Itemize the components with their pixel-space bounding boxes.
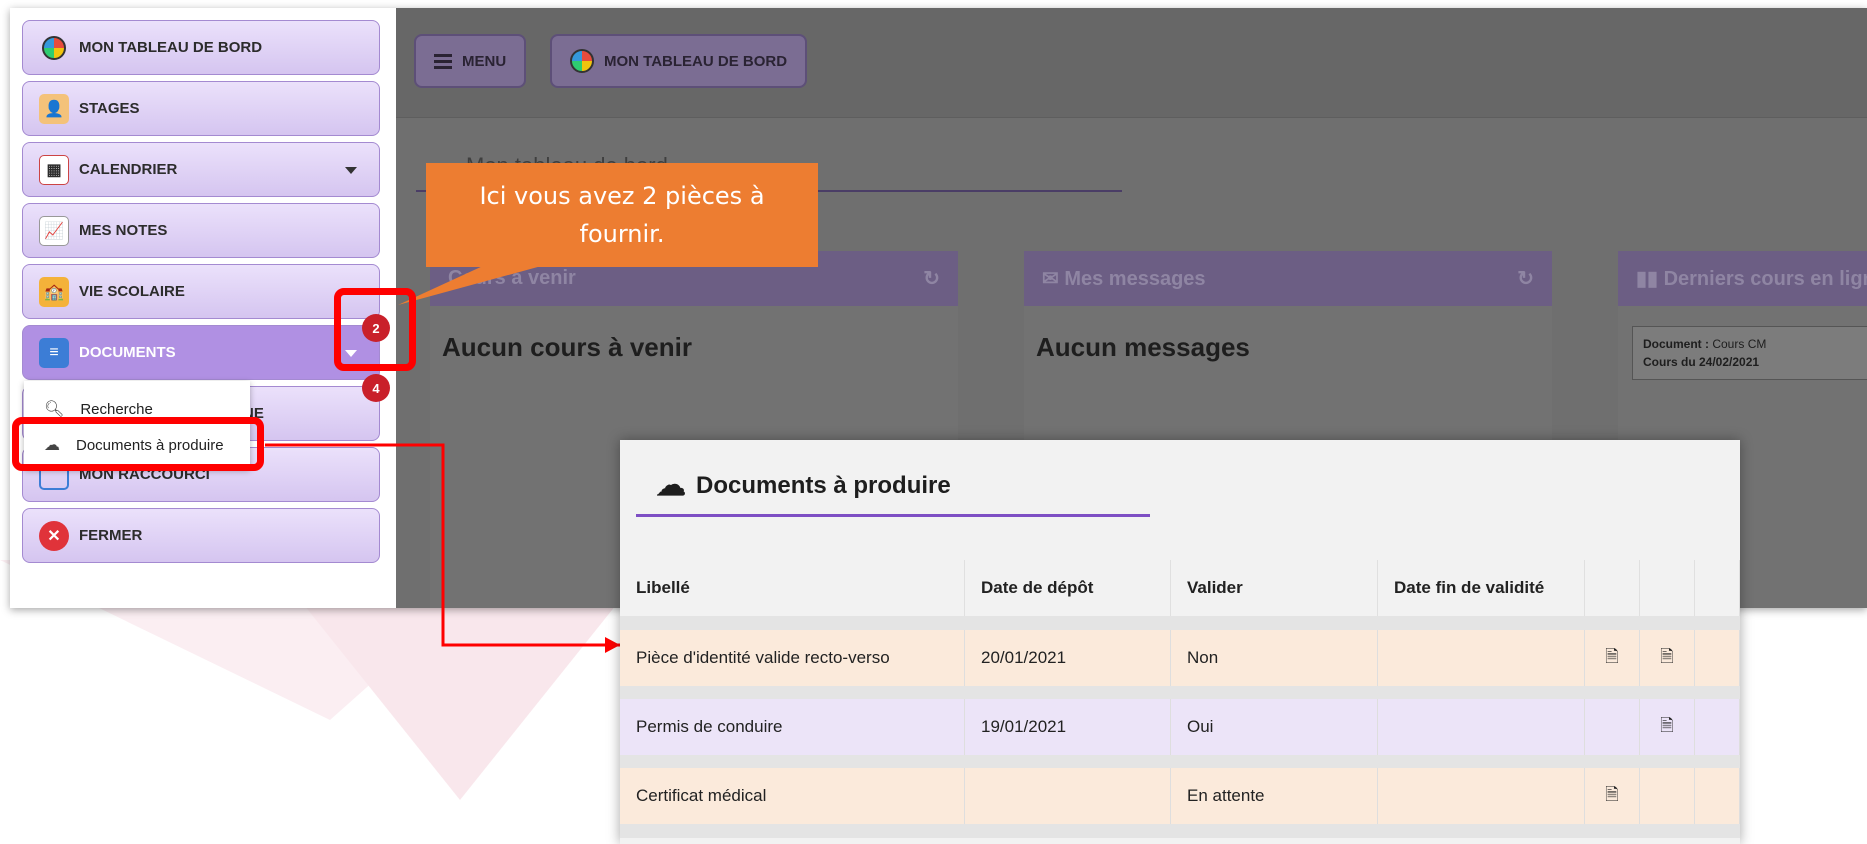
file-upload-icon[interactable]: 🗎 xyxy=(1585,630,1640,686)
empty-cell xyxy=(1640,768,1695,824)
column-header xyxy=(1695,560,1740,616)
cell-date xyxy=(965,768,1171,824)
cloud-download-icon: ☁ xyxy=(656,469,686,502)
empty-cell xyxy=(1695,630,1740,686)
cell-libelle: Pièce d'identité valide recto-verso xyxy=(620,630,965,686)
row-separator xyxy=(620,686,1740,700)
file-download-icon[interactable]: 🗎 xyxy=(1640,699,1695,755)
popup-title: ☁ Documents à produire xyxy=(656,468,951,503)
column-header: Date fin de validité xyxy=(1378,560,1585,616)
row-separator xyxy=(620,755,1740,769)
column-header xyxy=(1585,560,1640,616)
callout-box: Ici vous avez 2 pièces à fournir. xyxy=(426,163,818,267)
cell-valider: En attente xyxy=(1171,768,1378,824)
column-header: Valider xyxy=(1171,560,1378,616)
table-row[interactable]: Certificat médical En attente 🗎 xyxy=(620,768,1740,824)
highlight-box xyxy=(12,417,264,471)
column-header: Date de dépôt xyxy=(965,560,1171,616)
highlight-box xyxy=(334,288,416,371)
empty-cell xyxy=(1695,699,1740,755)
popup-title-underline xyxy=(636,514,1150,517)
empty-cell xyxy=(1695,768,1740,824)
cell-fin xyxy=(1378,699,1585,755)
file-download-icon[interactable]: 🗎 xyxy=(1640,630,1695,686)
cell-libelle: Permis de conduire xyxy=(620,699,965,755)
table-header: Libellé Date de dépôt Valider Date fin d… xyxy=(620,560,1740,616)
file-upload-icon[interactable]: 🗎 xyxy=(1585,768,1640,824)
column-header xyxy=(1640,560,1695,616)
table-row[interactable]: Permis de conduire 19/01/2021 Oui 🗎 xyxy=(620,699,1740,755)
empty-cell xyxy=(1585,699,1640,755)
row-separator xyxy=(620,616,1740,630)
column-header: Libellé xyxy=(620,560,965,616)
documents-popup: ☁ Documents à produire Libellé Date de d… xyxy=(620,440,1740,844)
popup-title-text: Documents à produire xyxy=(696,471,951,499)
cell-valider: Oui xyxy=(1171,699,1378,755)
cell-date: 19/01/2021 xyxy=(965,699,1171,755)
cell-fin xyxy=(1378,630,1585,686)
row-separator xyxy=(620,824,1740,838)
cell-libelle: Certificat médical xyxy=(620,768,965,824)
table-row[interactable]: Pièce d'identité valide recto-verso 20/0… xyxy=(620,630,1740,686)
cell-date: 20/01/2021 xyxy=(965,630,1171,686)
cell-fin xyxy=(1378,768,1585,824)
cell-valider: Non xyxy=(1171,630,1378,686)
